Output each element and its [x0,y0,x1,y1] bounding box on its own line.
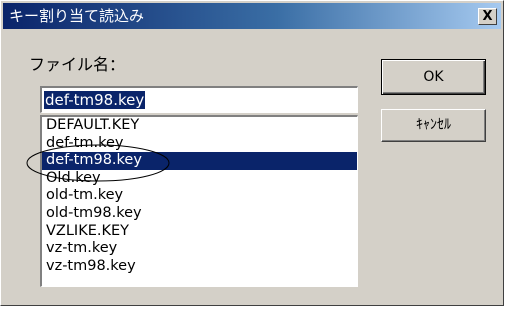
list-item[interactable]: Old.key [42,170,357,188]
ok-button[interactable]: OK [381,59,486,95]
filename-label: ファイル名： [29,55,126,74]
list-item[interactable]: def-tm.key [42,135,357,153]
list-item[interactable]: vz-tm98.key [42,258,357,276]
list-item[interactable]: old-tm98.key [42,205,357,223]
title-bar[interactable]: キー割り当て読込み X [3,3,501,29]
file-listbox[interactable]: DEFAULT.KEY def-tm.key def-tm98.key Old.… [40,115,358,287]
cancel-button[interactable]: ｷｬﾝｾﾙ [381,109,486,142]
close-button[interactable]: X [478,8,497,25]
list-item[interactable]: vz-tm.key [42,240,357,258]
close-icon: X [482,9,493,24]
list-item[interactable]: DEFAULT.KEY [42,117,357,135]
filename-input-value: def-tm98.key [44,91,146,109]
window-title: キー割り当て読込み [9,7,145,25]
list-item[interactable]: VZLIKE.KEY [42,223,357,241]
list-item-selected[interactable]: def-tm98.key [42,152,357,170]
key-assignment-load-dialog: キー割り当て読込み X ファイル名： def-tm98.key DEFAULT.… [0,0,504,306]
filename-input[interactable]: def-tm98.key [40,86,358,113]
list-item[interactable]: old-tm.key [42,187,357,205]
